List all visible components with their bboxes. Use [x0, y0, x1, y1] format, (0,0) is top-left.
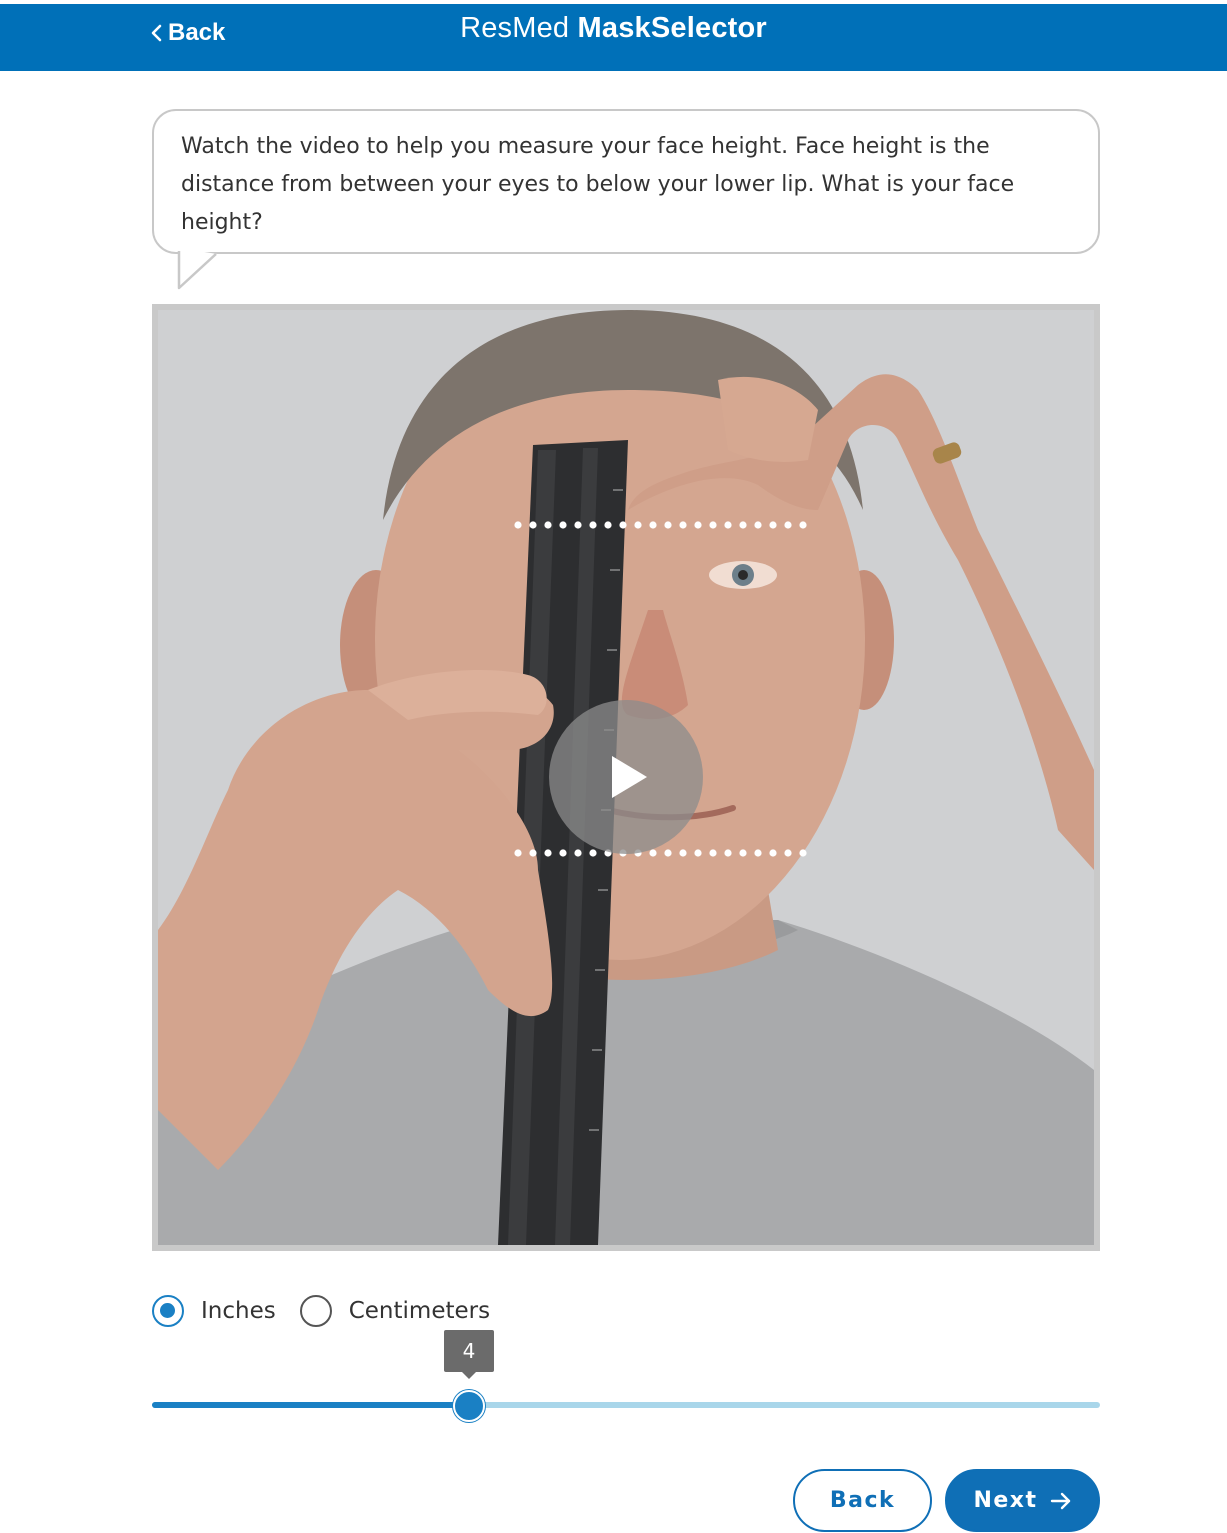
radio-inches[interactable] — [152, 1295, 184, 1327]
slider-value-tooltip: 4 — [444, 1330, 494, 1379]
app-header: Back ResMed MaskSelector — [0, 0, 1227, 71]
next-button-label: Next — [973, 1488, 1038, 1513]
slider-track-fill — [152, 1402, 469, 1408]
instruction-video[interactable] — [152, 304, 1100, 1251]
next-button[interactable]: Next — [945, 1469, 1100, 1532]
bubble-tail — [177, 248, 217, 290]
face-height-slider[interactable]: 4 — [152, 1330, 1100, 1430]
unit-radio-group: Inches Centimeters — [152, 1292, 514, 1330]
radio-centimeters[interactable] — [299, 1295, 332, 1327]
back-button[interactable]: Back — [793, 1469, 932, 1532]
radio-option-centimeters[interactable]: Centimeters — [299, 1295, 491, 1327]
radio-option-inches[interactable]: Inches — [152, 1295, 276, 1327]
brand-title: ResMed MaskSelector — [0, 12, 1227, 45]
radio-centimeters-label: Centimeters — [348, 1298, 491, 1324]
prompt-text: Watch the video to help you measure your… — [181, 134, 1015, 235]
slider-track[interactable] — [152, 1402, 1100, 1408]
slider-thumb[interactable] — [453, 1390, 485, 1422]
brand-light: ResMed — [460, 12, 570, 44]
radio-inches-label: Inches — [201, 1298, 276, 1324]
arrow-right-icon — [1050, 1492, 1070, 1509]
play-button[interactable] — [549, 700, 703, 854]
back-button-label: Back — [829, 1488, 896, 1513]
prompt-bubble: Watch the video to help you measure your… — [152, 109, 1100, 254]
play-icon — [612, 756, 647, 798]
brand-bold: MaskSelector — [577, 12, 767, 44]
